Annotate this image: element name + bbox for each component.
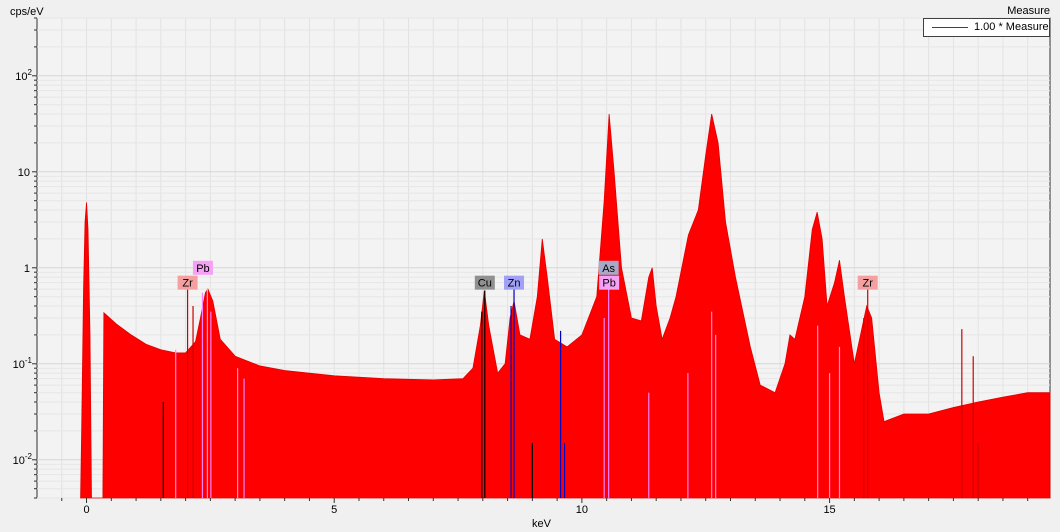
y-tick-label: 10-1 xyxy=(13,356,33,371)
x-tick-label: 15 xyxy=(823,504,835,516)
y-tick-label: 10-2 xyxy=(13,452,33,467)
element-label: Zn xyxy=(508,278,521,290)
element-label: Pb xyxy=(602,278,615,290)
legend-swatch xyxy=(932,27,968,28)
y-tick-label: 102 xyxy=(15,68,32,83)
x-tick-label: 0 xyxy=(83,504,89,516)
x-axis-label: keV xyxy=(532,518,551,530)
y-tick-label: 1 xyxy=(24,263,30,275)
element-label: Pb xyxy=(196,263,209,275)
legend-label: 1.00 * Measure xyxy=(974,21,1049,33)
element-label: Zr xyxy=(182,278,193,290)
x-tick-label: 10 xyxy=(576,504,588,516)
spectrum-chart-panel: cps/eV Measure Zr Pb Cu Zn As Pb Zr 0 5 10 15 10-2 1… xyxy=(0,0,1060,532)
element-label: As xyxy=(602,263,615,275)
spectrum-plot[interactable]: ZrPbCu ZnAsPb Zr0 5 10 1510-210-1110102 xyxy=(0,0,1060,532)
legend[interactable]: 1.00 * Measure xyxy=(923,18,1050,37)
element-label: Cu xyxy=(478,278,492,290)
y-tick-label: 10 xyxy=(18,167,30,179)
x-tick-label: 5 xyxy=(331,504,337,516)
element-label: Zr xyxy=(863,278,874,290)
